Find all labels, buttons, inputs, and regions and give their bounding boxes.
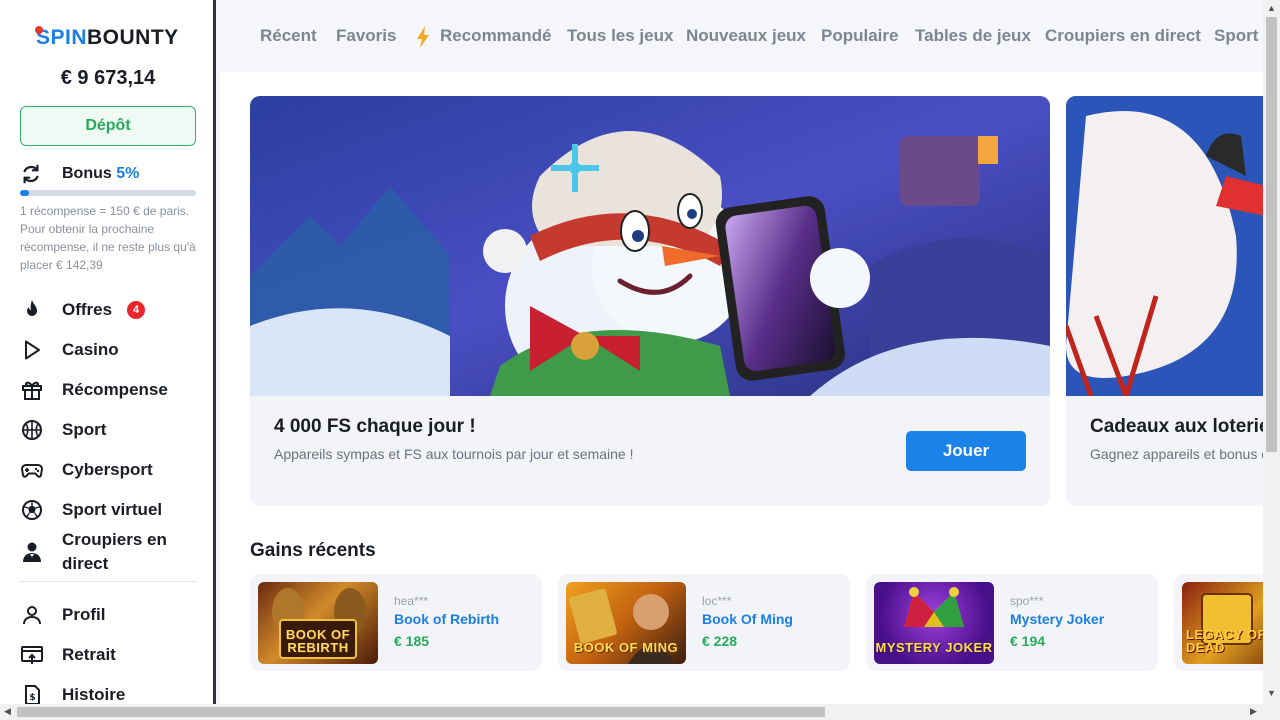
game-thumbnail: BOOK OF REBIRTH [258,582,378,664]
winner-username: spo*** [1010,594,1044,608]
bonus-percent: 5% [116,165,140,182]
lightning-icon [417,26,429,48]
winner-username: loc*** [702,594,732,608]
tab-recommande[interactable]: Recommandé [440,26,551,46]
tab-recent[interactable]: Récent [260,26,317,46]
withdraw-icon [21,646,43,664]
thumb-title: LEGACY OF DEAD [1186,627,1263,655]
sidebar-item-label: Croupiers en direct [62,530,167,573]
offers-count-badge: 4 [127,301,145,319]
recent-win-card[interactable]: BOOK OF MING loc*** Book Of Ming € 228 [558,574,850,671]
logo-text-bounty: BOUNTY [87,26,179,49]
game-name[interactable]: Book of Rebirth [394,611,499,627]
sidebar-item-sport[interactable]: Sport [20,418,196,442]
main-content: 4 000 FS chaque jour ! Appareils sympas … [220,72,1263,704]
history-icon: $ [25,685,40,704]
tab-nouveaux-jeux[interactable]: Nouveaux jeux [686,26,806,46]
basketball-icon [22,420,42,440]
promo-subtitle: Gagnez appareils et bonus chaque semaine… [1090,446,1263,462]
scroll-left-icon[interactable]: ◀ [4,706,11,717]
sidebar-item-recompense[interactable]: Récompense [20,378,196,402]
sidebar-item-sport-virtuel[interactable]: Sport virtuel [20,498,196,522]
recent-wins-title: Gains récents [250,540,376,561]
sidebar-item-label: Offres [62,300,113,319]
sidebar-item-casino[interactable]: Casino [20,338,196,362]
promo-card[interactable]: Cadeaux aux loteries Gagnez appareils et… [1066,96,1263,506]
thumb-title: BOOK OF MING [573,640,679,655]
promo-title: Cadeaux aux loteries [1090,416,1263,437]
svg-text:$: $ [29,693,35,703]
thumb-title: MYSTERY JOKER [875,640,993,655]
horizontal-scroll-thumb[interactable] [17,707,825,717]
horizontal-scrollbar[interactable]: ◀ ▶ [0,704,1280,720]
recent-win-card[interactable]: MYSTERY JOKER spo*** Mystery Joker € 194 [866,574,1158,671]
sidebar-item-cybersport[interactable]: Cybersport [20,458,196,482]
game-thumbnail: BOOK OF MING [566,582,686,664]
vertical-scrollbar[interactable]: ▲ ▼ [1263,0,1280,704]
sidebar-item-label: Sport [62,420,107,439]
bonus-note: 1 récompense = 150 € de paris. Pour obte… [20,204,196,272]
dealer-icon [23,542,41,562]
win-amount: € 228 [702,633,738,649]
tab-tables-de-jeux[interactable]: Tables de jeux [915,26,1031,46]
sidebar-item-label: Sport virtuel [62,500,163,519]
promo-card[interactable]: 4 000 FS chaque jour ! Appareils sympas … [250,96,1050,506]
sidebar-item-label: Casino [62,340,119,359]
recent-win-card[interactable]: LEGACY OF DEAD [1174,574,1263,671]
scroll-down-icon[interactable]: ▼ [1267,688,1276,698]
play-button[interactable]: Jouer [906,431,1026,471]
fire-icon [27,300,37,316]
bonus-progress-fill [20,190,29,196]
promo-title: 4 000 FS chaque jour ! [274,416,476,437]
tab-populaire[interactable]: Populaire [821,26,898,46]
win-amount: € 194 [1010,633,1046,649]
sidebar-item-histoire[interactable]: $ Histoire [20,683,196,704]
logo-dot [35,26,43,34]
scroll-up-icon[interactable]: ▲ [1267,3,1276,13]
account-balance: € 9 673,14 [60,67,156,89]
bonus-label-text: Bonus [62,165,112,182]
thumb-title: BOOK OF REBIRTH [285,627,351,655]
sidebar-item-label: Profil [62,605,106,624]
bonus-label: Bonus 5% [62,165,139,183]
game-thumbnail: LEGACY OF DEAD [1182,582,1263,664]
sidebar-divider [20,581,196,582]
sidebar: SPINBOUNTY € 9 673,14 Dépôt Bonus 5% 1 r… [0,0,216,704]
winner-username: hea*** [394,594,429,608]
sidebar-item-label: Histoire [62,685,126,704]
sidebar-item-label: Cybersport [62,460,153,479]
virtual-ball-icon [22,500,42,520]
game-name[interactable]: Book Of Ming [702,611,793,627]
sidebar-item-croupiers[interactable]: Croupiers en direct [20,528,196,573]
game-thumbnail: MYSTERY JOKER [874,582,994,664]
bonus-progress-bar [20,190,196,196]
tab-sport-virtuel[interactable]: Sport virtuel [1214,26,1263,46]
vertical-scroll-thumb[interactable] [1266,17,1277,452]
scroll-right-icon[interactable]: ▶ [1250,706,1257,717]
tab-favoris[interactable]: Favoris [336,26,396,46]
sidebar-item-label: Récompense [62,380,168,399]
game-name[interactable]: Mystery Joker [1010,611,1104,627]
brand-logo[interactable]: SPINBOUNTY [35,26,179,50]
snowman-banner-image [250,96,1050,396]
deposit-button[interactable]: Dépôt [20,106,196,146]
win-amount: € 185 [394,633,430,649]
user-icon [23,606,41,625]
bonus-row[interactable]: Bonus 5% [20,163,196,185]
sidebar-item-profil[interactable]: Profil [20,603,196,627]
sidebar-item-offres[interactable]: Offres 4 [20,298,196,322]
game-category-tabs: Récent Favoris Recommandé Tous les jeux … [220,0,1263,73]
tab-croupiers-en-direct[interactable]: Croupiers en direct [1045,26,1201,46]
refresh-icon [23,164,39,184]
gamepad-icon [20,464,44,478]
recent-win-card[interactable]: BOOK OF REBIRTH hea*** Book of Rebirth €… [250,574,542,671]
sidebar-item-retrait[interactable]: Retrait [20,643,196,667]
play-icon [25,340,40,360]
tab-tous-les-jeux[interactable]: Tous les jeux [567,26,673,46]
promo-subtitle: Appareils sympas et FS aux tournois par … [274,446,634,462]
logo-text-spin: SPIN [36,26,88,49]
sidebar-item-label: Retrait [62,645,116,664]
lottery-banner-image [1066,96,1263,396]
gift-icon [22,381,42,400]
